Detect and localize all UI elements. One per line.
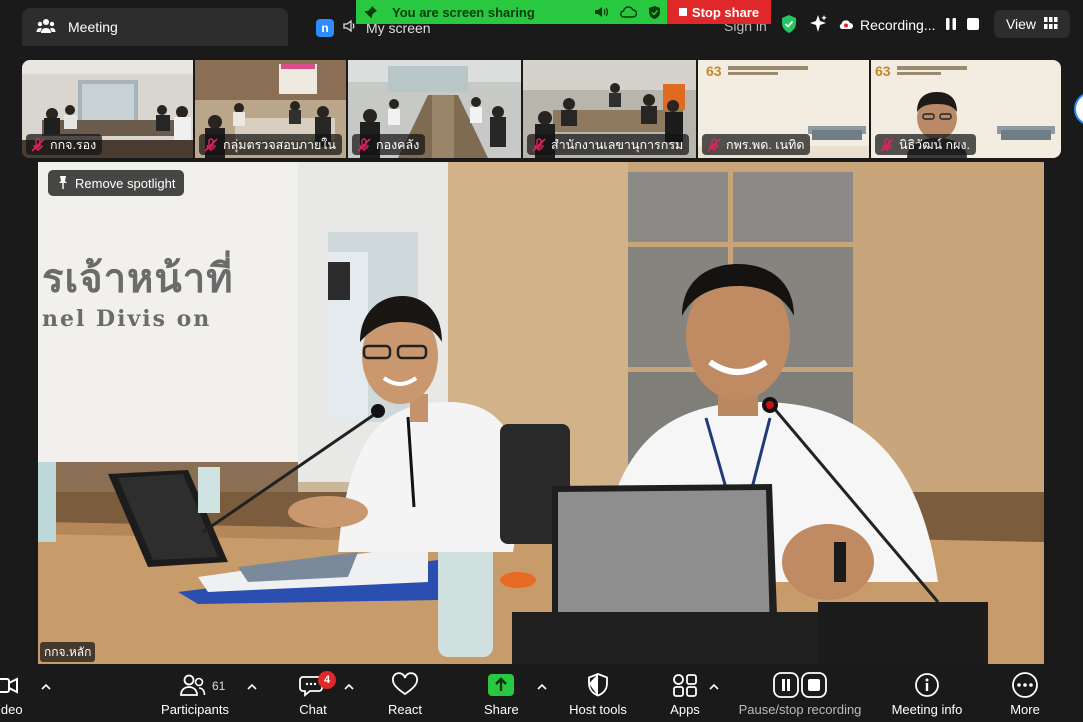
remove-spotlight-button[interactable]: Remove spotlight: [48, 170, 185, 196]
apps-label: Apps: [670, 702, 700, 717]
host-tools-label: Host tools: [569, 702, 627, 717]
mic-muted-icon: [707, 137, 721, 152]
participant-tile[interactable]: กองคลัง: [348, 60, 521, 158]
share-banner-text: You are screen sharing: [392, 4, 535, 20]
participant-thumbnail-strip: กกจ.รอง กลุ่มตรวจสอบภายใน กองคลัง สำนักง…: [22, 60, 1061, 158]
wall-sign: รเจ้าหน้าที่ nel Divis on: [42, 246, 262, 332]
video-camera-icon: [0, 677, 19, 694]
pause-stop-recording-button[interactable]: Pause/stop recording: [736, 672, 864, 717]
recording-indicator[interactable]: Recording...: [838, 17, 935, 33]
stop-recording-icon[interactable]: [967, 17, 980, 33]
mic-muted-icon: [880, 137, 894, 152]
thumbnail-name-tag: สำนักงานเลขานุการกรม: [527, 134, 690, 155]
stop-square-icon: [678, 8, 687, 16]
participants-label: Participants: [161, 702, 229, 717]
participant-tile[interactable]: กลุ่มตรวจสอบภายใน: [195, 60, 346, 158]
meeting-tab[interactable]: Meeting: [22, 8, 288, 46]
thumbnail-name: กองคลัง: [376, 137, 420, 152]
cloud-recording-icon: [838, 17, 854, 33]
pause-stop-recording-label: Pause/stop recording: [738, 702, 862, 717]
pin-icon: [57, 175, 69, 192]
stop-share-button[interactable]: Stop share: [667, 0, 771, 24]
participant-tile[interactable]: 63 กพร.พด. เนทิด: [698, 60, 869, 158]
screen-share-banner[interactable]: You are screen sharing: [356, 0, 667, 24]
meeting-tab-label: Meeting: [68, 19, 118, 35]
cloud-icon[interactable]: [615, 6, 641, 18]
my-screen-badge: n: [316, 18, 334, 37]
thumbnail-name: สำนักงานเลขานุการกรม: [551, 137, 684, 152]
participants-count: 61: [212, 679, 226, 693]
apps-options-caret-icon[interactable]: [709, 682, 719, 692]
participant-tile[interactable]: กกจ.รอง: [22, 60, 193, 158]
meeting-info-label: Meeting info: [891, 702, 963, 717]
info-icon: [915, 673, 939, 697]
share-screen-button[interactable]: Share: [484, 672, 519, 717]
security-shield-icon[interactable]: [641, 5, 667, 20]
react-button[interactable]: React: [388, 672, 422, 717]
heart-icon: [392, 672, 418, 696]
thumbnail-name: กกจ.รอง: [50, 137, 97, 152]
mic-muted-icon: [532, 137, 546, 152]
svg-text:63: 63: [875, 63, 891, 79]
participant-tile[interactable]: 63 นิธิวัฒน์ กผง.: [871, 60, 1061, 158]
participant-tile[interactable]: สำนักงานเลขานุการกรม: [523, 60, 696, 158]
recording-label: Recording...: [860, 17, 936, 33]
mic-muted-icon: [357, 137, 371, 152]
stop-share-label: Stop share: [691, 4, 760, 20]
spotlight-video[interactable]: รเจ้าหน้าที่ nel Divis on Remove spotlig…: [38, 162, 1044, 664]
spotlight-video-scene: [38, 162, 1044, 664]
thumbnail-name-tag: กองคลัง: [352, 134, 426, 155]
thumbnail-name-tag: กพร.พด. เนทิด: [702, 134, 811, 155]
mic-muted-icon: [204, 137, 218, 152]
svg-text:63: 63: [706, 63, 722, 79]
thumbnail-name-tag: กกจ.รอง: [26, 134, 103, 155]
thumbnail-name: กลุ่มตรวจสอบภายใน: [223, 137, 336, 152]
more-dots-icon: [1012, 672, 1038, 698]
thumbnail-name-tag: กลุ่มตรวจสอบภายใน: [199, 134, 342, 155]
wall-sign-line1: รเจ้าหน้าที่: [42, 255, 234, 302]
top-bar: Meeting n My screen Sign in You are scre…: [0, 0, 1083, 52]
recording-controls-icon: [773, 672, 827, 698]
more-label: More: [1010, 702, 1040, 717]
remove-spotlight-label: Remove spotlight: [75, 175, 176, 191]
thumbnail-name: นิธิวัฒน์ กผง.: [899, 137, 970, 152]
video-label: ideo: [0, 702, 23, 717]
thumbnail-name: กพร.พด. เนทิด: [726, 137, 805, 152]
ai-companion-sparkle-icon[interactable]: [808, 14, 828, 37]
host-tools-button[interactable]: Host tools: [567, 672, 629, 717]
pause-recording-icon[interactable]: [945, 17, 957, 34]
mic-muted-icon: [31, 137, 45, 152]
host-shield-icon: [588, 673, 608, 697]
share-options-caret-icon[interactable]: [537, 682, 547, 692]
chat-unread-badge: 4: [318, 671, 336, 689]
floating-avatar[interactable]: [1074, 92, 1083, 126]
chat-label: Chat: [299, 702, 327, 717]
top-right-controls: Recording...: [780, 10, 980, 40]
meeting-info-button[interactable]: Meeting info: [887, 672, 967, 717]
meeting-toolbar: ideo Participants 61 Chat 4 React Share …: [0, 664, 1083, 722]
react-label: React: [388, 702, 422, 717]
meeting-people-icon: [36, 16, 56, 39]
audio-share-icon[interactable]: [589, 5, 615, 19]
video-options-caret-icon[interactable]: [41, 682, 51, 692]
chat-options-caret-icon[interactable]: [344, 682, 354, 692]
pin-icon[interactable]: [356, 5, 386, 19]
apps-grid-icon: [673, 674, 697, 697]
share-label: Share: [484, 702, 519, 717]
view-label: View: [1005, 16, 1037, 32]
spotlight-name-tag: กกจ.หลัก: [40, 642, 96, 662]
encryption-shield-icon[interactable]: [780, 14, 798, 37]
thumbnail-name-tag: นิธิวัฒน์ กผง.: [875, 134, 976, 155]
participants-options-caret-icon[interactable]: [247, 682, 257, 692]
share-arrow-icon: [488, 674, 515, 696]
grid-view-icon: [1044, 16, 1058, 32]
more-button[interactable]: More: [1008, 672, 1042, 717]
video-button[interactable]: ideo: [0, 672, 23, 717]
apps-button[interactable]: Apps: [669, 672, 701, 717]
view-button[interactable]: View: [994, 10, 1070, 38]
